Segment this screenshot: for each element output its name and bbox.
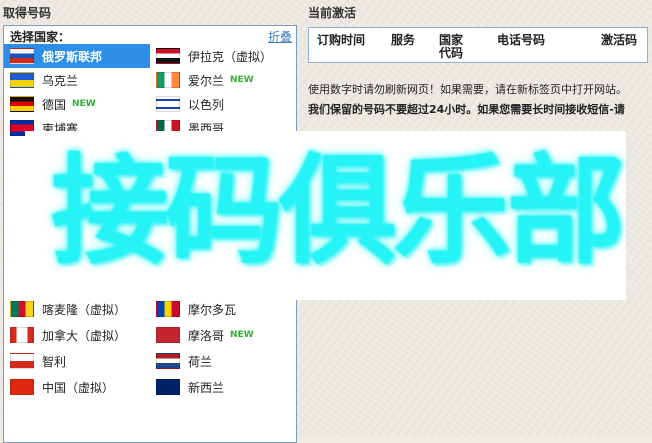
canada-flag-icon: [10, 327, 34, 343]
country-item-china[interactable]: 中国（虚拟）: [4, 375, 150, 399]
country-name: 喀麦隆（虚拟）: [42, 302, 127, 317]
country-name: 爱尔兰: [188, 73, 225, 88]
watermark-overlay: 接码俱乐部: [25, 131, 626, 300]
moldova-flag-icon: [156, 301, 180, 317]
ireland-flag-icon: [156, 72, 180, 88]
country-name: 伊拉克（虚拟）: [188, 49, 273, 64]
newzealand-flag-icon: [156, 379, 180, 395]
germany-flag-icon: [10, 96, 34, 112]
col-country-code: 国家 代码: [439, 33, 464, 60]
country-item-newzealand[interactable]: 新西兰: [150, 375, 296, 399]
watermark-text: 接码俱乐部: [51, 142, 625, 280]
retention-notice-text: 我们保留的号码不要超过24小时。如果您需要长时间接收短信-请: [308, 103, 625, 116]
country-name: 摩尔多瓦: [188, 302, 237, 317]
country-name: 以色列: [188, 97, 225, 112]
country-name: 智利: [42, 354, 67, 369]
netherlands-flag-icon: [156, 353, 180, 369]
country-item-iraq[interactable]: 伊拉克（虚拟）: [150, 44, 296, 68]
china-flag-icon: [10, 379, 34, 395]
ukraine-flag-icon: [10, 72, 34, 88]
country-item-germany[interactable]: 德国 NEW: [4, 92, 150, 116]
new-badge: NEW: [230, 75, 254, 85]
country-name: 乌克兰: [42, 73, 79, 88]
country-item-ireland[interactable]: 爱尔兰 NEW: [150, 68, 296, 92]
russia-flag-icon: [10, 48, 34, 64]
collapse-link[interactable]: 折叠: [268, 28, 292, 45]
col-service: 服务: [391, 33, 416, 47]
country-name: 荷兰: [188, 354, 213, 369]
country-item-cameroon[interactable]: 喀麦隆（虚拟）: [4, 297, 150, 321]
refresh-warning-text: 使用数字时请勿刷新网页！如果需要，请在新标签页中打开网站。: [308, 83, 627, 96]
country-selector-header: 选择国家： 折叠: [4, 26, 296, 44]
country-item-chile[interactable]: 智利: [4, 349, 150, 373]
country-name: 新西兰: [188, 380, 225, 395]
current-activations-title: 当前激活: [308, 6, 357, 20]
country-item-netherlands[interactable]: 荷兰: [150, 349, 296, 373]
country-name: 俄罗斯联邦: [42, 49, 103, 64]
country-item-ukraine[interactable]: 乌克兰: [4, 68, 150, 92]
country-name: 德国: [42, 97, 67, 112]
col-order-time: 订购时间: [317, 33, 366, 47]
new-badge: NEW: [230, 330, 254, 340]
cameroon-flag-icon: [10, 301, 34, 317]
col-activation-code: 激活码: [601, 33, 638, 47]
israel-flag-icon: [156, 96, 180, 112]
country-name: 摩洛哥: [188, 328, 225, 343]
iraq-flag-icon: [156, 48, 180, 64]
country-item-russia[interactable]: 俄罗斯联邦: [4, 44, 150, 68]
choose-country-label: 选择国家：: [10, 30, 71, 44]
get-number-title: 取得号码: [3, 6, 52, 20]
country-item-israel[interactable]: 以色列: [150, 92, 296, 116]
new-badge: NEW: [72, 99, 96, 109]
country-item-canada[interactable]: 加拿大（虚拟）: [4, 323, 150, 347]
country-name: 加拿大（虚拟）: [42, 328, 127, 343]
country-name: 中国（虚拟）: [42, 380, 115, 395]
col-phone-number: 电话号码: [497, 33, 546, 47]
chile-flag-icon: [10, 353, 34, 369]
morocco-flag-icon: [156, 327, 180, 343]
activations-table-header: 订购时间 服务 国家 代码 电话号码 激活码: [308, 27, 648, 63]
country-item-moldova[interactable]: 摩尔多瓦: [150, 297, 296, 321]
country-item-morocco[interactable]: 摩洛哥 NEW: [150, 323, 296, 347]
